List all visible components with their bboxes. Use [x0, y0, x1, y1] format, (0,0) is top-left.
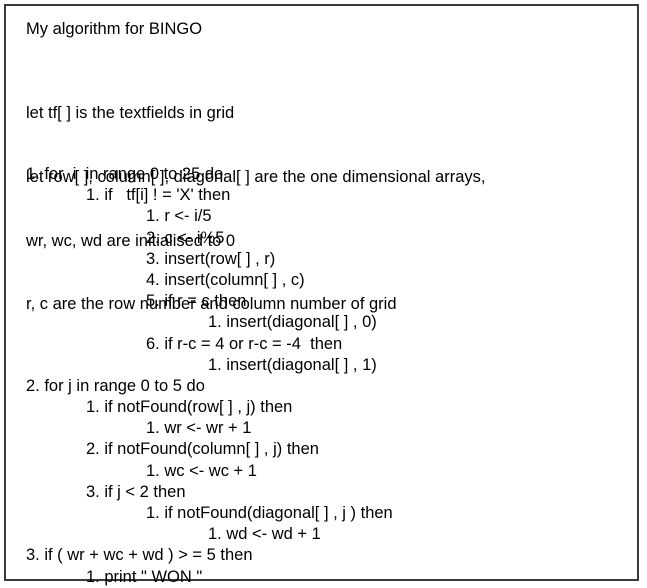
algorithm-step-line: 1. wd <- wd + 1 — [208, 525, 321, 544]
algorithm-step-line: 1. insert(diagonal[ ] , 0) — [208, 313, 377, 332]
algorithm-document: My algorithm for BINGO let tf[ ] is the … — [4, 4, 639, 586]
algorithm-step-line: 4. insert(column[ ] , c) — [146, 270, 305, 289]
algorithm-step-line: 2. if notFound(column[ ] , j) then — [86, 440, 319, 459]
algorithm-step-line: 2. c <- i%5 — [146, 228, 225, 247]
algorithm-step-line: 6. if r-c = 4 or r-c = -4 then — [146, 334, 343, 353]
algorithm-step-line: 3. if j < 2 then — [86, 482, 186, 501]
algorithm-title: My algorithm for BINGO — [26, 20, 203, 38]
algorithm-step-line: 2. for j in range 0 to 5 do — [26, 376, 205, 395]
algorithm-step-line: 1. if notFound(row[ ] , j) then — [86, 398, 293, 417]
algorithm-step-line: 1. insert(diagonal[ ] , 1) — [208, 355, 377, 374]
algorithm-step-line: 1. for i in range 0 to 25 do — [26, 165, 224, 183]
algorithm-step-line: 1. wc <- wc + 1 — [146, 461, 257, 480]
algorithm-step-line: 3. if ( wr + wc + wd ) > = 5 then — [26, 546, 253, 565]
algorithm-step-line: 5. if r = c then — [146, 292, 247, 311]
preamble-line: let tf[ ] is the textfields in grid — [26, 104, 235, 123]
algorithm-step-line: 3. insert(row[ ] , r) — [146, 249, 276, 268]
algorithm-step-line: 1. if notFound(diagonal[ ] , j ) then — [146, 504, 393, 522]
algorithm-steps: 1. for i in range 0 to 25 do 1. if tf[i] … — [26, 164, 393, 588]
algorithm-step-line: 1. if tf[i] ! = 'X' then — [86, 186, 231, 205]
algorithm-step-line: 1. r <- i/5 — [146, 207, 212, 226]
algorithm-step-line: 1. wr <- wr + 1 — [146, 419, 252, 438]
algorithm-step-line: 1. print " WON " — [86, 567, 203, 586]
